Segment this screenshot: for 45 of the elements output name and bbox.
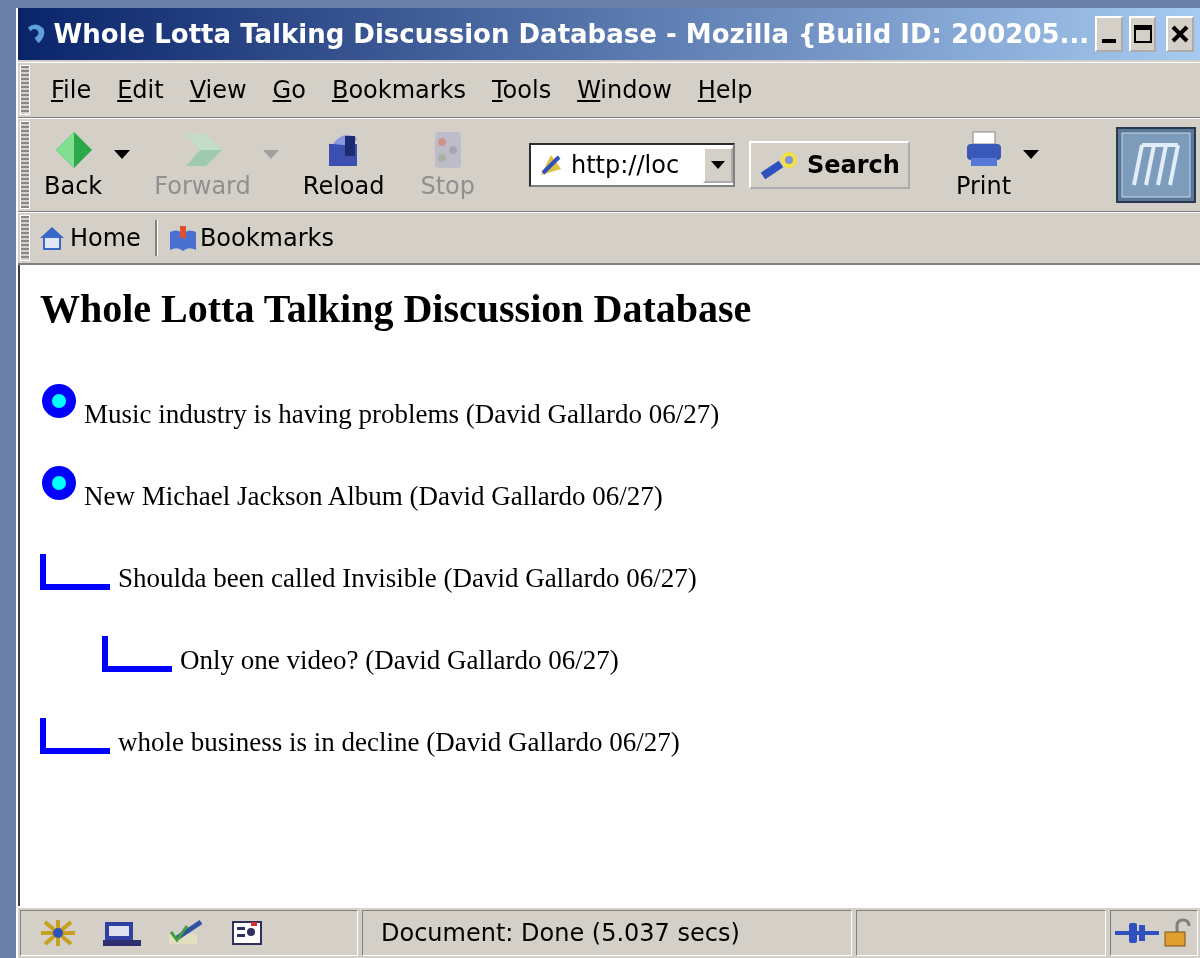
book-icon [167,224,198,252]
toolbar-grip[interactable] [20,121,30,209]
search-button[interactable]: Search [749,141,910,189]
address-combo[interactable]: http://loc [529,143,735,187]
status-text: Document: Done (5.037 secs) [362,910,852,956]
dropdown-arrow-icon[interactable] [114,150,131,160]
reply-connector-icon [40,718,110,754]
maximize-icon [1132,24,1153,44]
reload-button[interactable]: Reload [296,130,391,200]
thread-link[interactable]: Music industry is having problems (David Gallardo 06/27) [84,399,720,430]
minimize-icon [1102,39,1116,43]
menu-item[interactable]: Edit [104,76,177,104]
minimize-button[interactable] [1095,16,1123,52]
toolbar-grip[interactable] [20,215,30,261]
menu-item[interactable]: Window [564,76,685,104]
back-button[interactable]: Back [38,130,109,200]
logo-icon [1116,127,1196,203]
menu-item[interactable]: Go [259,76,319,104]
plug-icon[interactable] [1115,921,1159,945]
toolbar-grip[interactable] [20,65,30,115]
thread-link[interactable]: whole business is in decline (David Gallardo 06/27) [118,727,680,758]
menu-item[interactable]: Bookmarks [318,76,479,104]
thread-link[interactable]: New Michael Jackson Album (David Gallardo 06/27) [84,481,663,512]
bullet-icon [40,466,78,500]
reply-connector-icon [102,636,172,672]
thread-link[interactable]: Shoulda been called Invisible (David Gallardo 06/27) [118,563,697,594]
menu-item[interactable]: Tools [479,76,565,104]
home-button[interactable]: Home [38,224,149,252]
print-button[interactable]: Print [949,130,1018,200]
thread-link[interactable]: Only one video? (David Gallardo 06/27) [180,645,619,676]
menu-item[interactable]: View [176,76,260,104]
close-icon [1171,25,1190,43]
page-heading: Whole Lotta Talking Discussion Database [40,285,753,332]
maximize-button[interactable] [1128,16,1157,52]
menu-item[interactable]: File [38,76,105,104]
dropdown-arrow-icon[interactable] [1023,150,1040,160]
address-book-icon[interactable] [229,918,265,948]
window-title: Whole Lotta Talking Discussion Database - Mozilla {Build ID: 200205... [53,19,1090,49]
reply-connector-icon [40,554,110,590]
padlock-icon[interactable] [1163,918,1193,948]
menu-item[interactable]: Help [684,76,766,104]
dropdown-arrow-icon[interactable] [711,161,725,169]
close-button[interactable] [1166,16,1194,52]
bookmarks-button[interactable]: Bookmarks [167,224,342,252]
bullet-icon [40,384,78,418]
